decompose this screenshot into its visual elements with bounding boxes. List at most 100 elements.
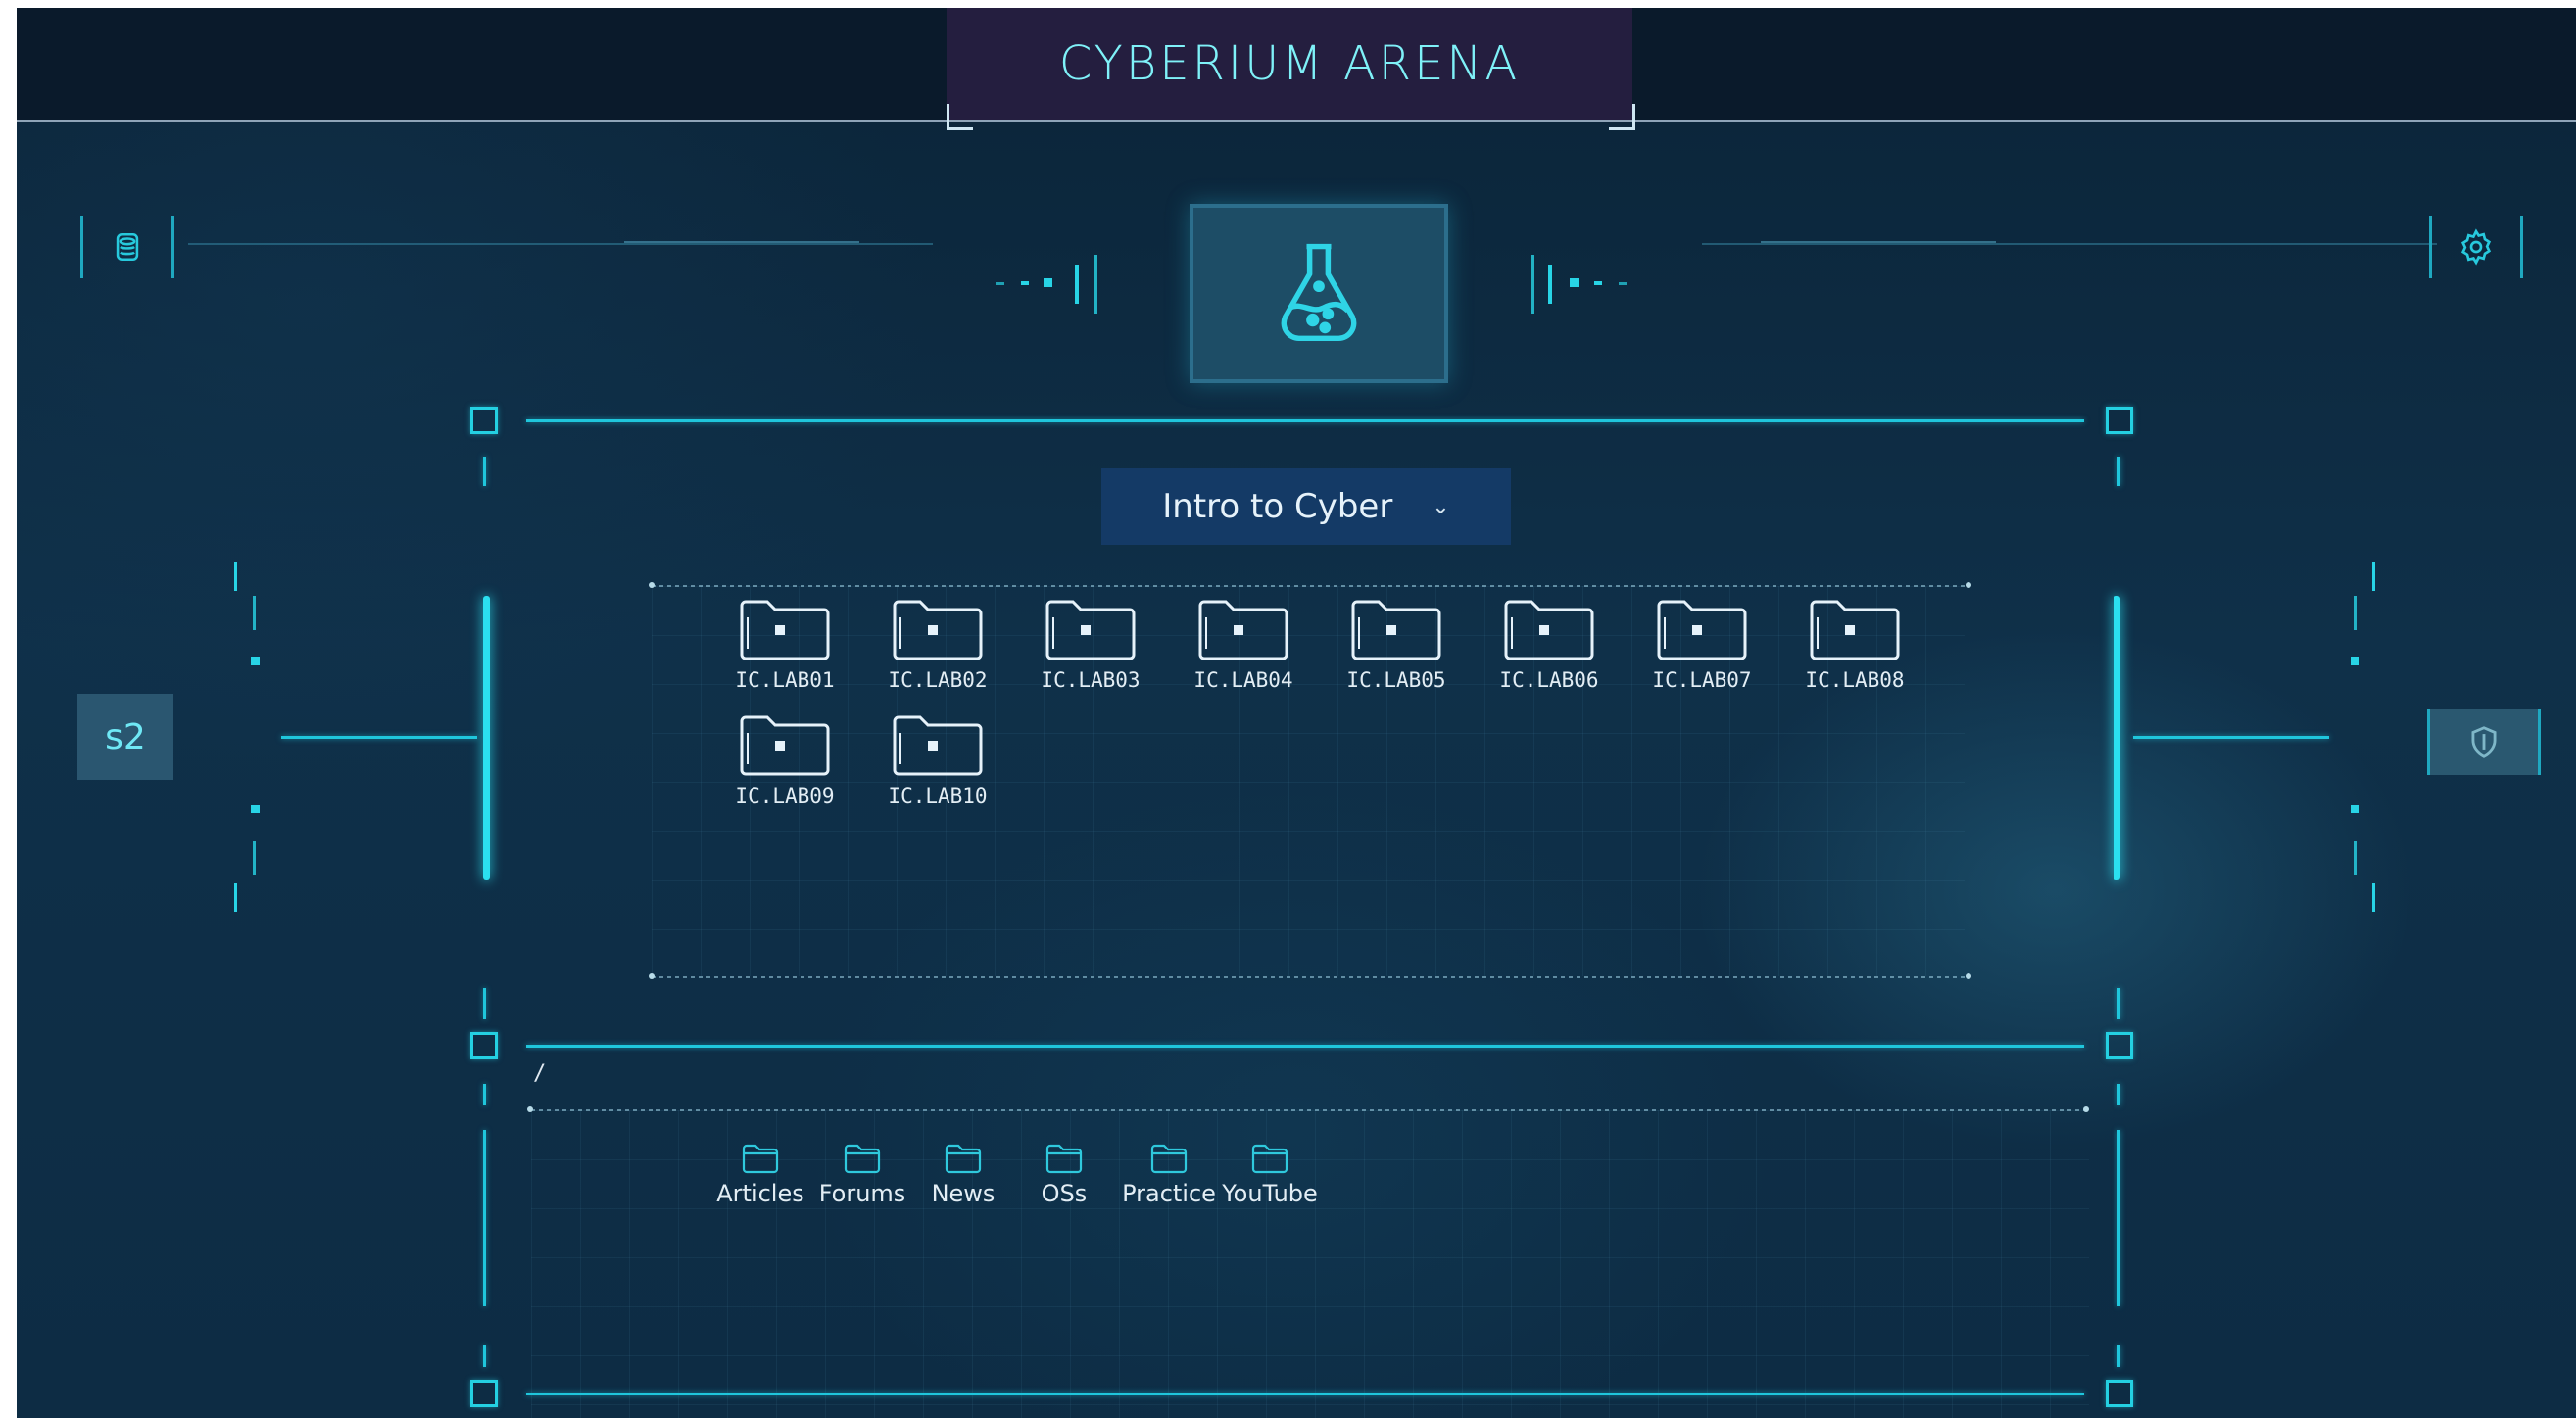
resource-folder[interactable]: News xyxy=(909,1143,1017,1221)
header-line-right xyxy=(1702,243,2437,245)
frame-bottom-line xyxy=(526,1393,2084,1395)
settings-button[interactable] xyxy=(2429,216,2523,278)
resource-folder[interactable]: OSs xyxy=(1010,1143,1118,1221)
right-connector-line xyxy=(2133,736,2329,739)
circuit-dot xyxy=(1531,255,1534,314)
resource-folder[interactable]: Forums xyxy=(808,1143,916,1221)
resources-panel-top-border xyxy=(531,1109,2089,1111)
lab-folder[interactable]: IC.LAB03 xyxy=(1032,598,1149,706)
folder-icon xyxy=(891,598,985,666)
course-dropdown[interactable]: Intro to Cyber ⌄ xyxy=(1101,468,1511,545)
frame-corner xyxy=(2106,407,2133,434)
frame-tick xyxy=(2117,988,2120,1019)
side-dot xyxy=(251,805,260,813)
panel-corner-dot xyxy=(2083,1106,2089,1112)
frame-corner xyxy=(470,1380,498,1407)
header-accent-left xyxy=(624,241,859,243)
frame-corner xyxy=(470,1032,498,1059)
side-tick xyxy=(253,596,256,630)
panel-corner-dot xyxy=(1966,582,1971,588)
lab-folder[interactable]: IC.LAB01 xyxy=(726,598,844,706)
folder-icon xyxy=(1655,598,1749,666)
title-bracket-left xyxy=(947,104,973,130)
header-accent-right xyxy=(1761,241,1996,243)
folder-icon xyxy=(738,713,832,782)
app-title: CYBERIUM ARENA xyxy=(1058,36,1521,91)
folder-icon xyxy=(1045,1143,1084,1178)
resource-folder[interactable]: YouTube xyxy=(1216,1143,1324,1221)
circuit-dot xyxy=(996,282,1004,285)
frame-tick xyxy=(2117,1084,2120,1105)
lab-folder[interactable]: IC.LAB02 xyxy=(879,598,996,706)
lab-folder-label: IC.LAB06 xyxy=(1499,668,1599,692)
folder-icon xyxy=(1196,598,1290,666)
resource-folder-label: YouTube xyxy=(1222,1180,1318,1207)
database-icon xyxy=(116,232,139,262)
app-screen: CYBERIUM ARENA Intro to Cyber ⌄ s2 IC.LA… xyxy=(17,8,2576,1418)
circuit-dot xyxy=(1570,278,1579,287)
gear-icon xyxy=(2460,228,2492,266)
frame-corner xyxy=(2106,1380,2133,1407)
side-tick xyxy=(2354,841,2357,875)
folder-icon xyxy=(741,1143,780,1178)
glow-bar-left xyxy=(483,596,490,880)
resource-folder-label: News xyxy=(931,1180,996,1207)
frame-top-line xyxy=(526,419,2084,422)
side-tick xyxy=(253,841,256,875)
lab-folder-label: IC.LAB02 xyxy=(888,668,988,692)
frame-middle-line xyxy=(526,1045,2084,1048)
folder-icon xyxy=(738,598,832,666)
folder-icon xyxy=(1502,598,1596,666)
labs-panel-grid xyxy=(652,586,1965,976)
database-button[interactable] xyxy=(80,216,174,278)
frame-tick xyxy=(2117,457,2120,486)
circuit-dot xyxy=(1075,265,1079,304)
lab-folder[interactable]: IC.LAB08 xyxy=(1796,598,1914,706)
frame-corner xyxy=(2106,1032,2133,1059)
side-dot xyxy=(2351,805,2359,813)
chevron-down-icon: ⌄ xyxy=(1432,494,1450,519)
folder-icon xyxy=(1149,1143,1189,1178)
circuit-dot xyxy=(1021,281,1029,285)
session-badge-label: s2 xyxy=(105,716,146,758)
header-line-left xyxy=(188,243,933,245)
lab-folder-label: IC.LAB10 xyxy=(888,784,988,807)
lab-folder-label: IC.LAB04 xyxy=(1193,668,1293,692)
circuit-dot xyxy=(1594,281,1602,285)
lab-folder-label: IC.LAB01 xyxy=(735,668,835,692)
labs-panel-bottom-border xyxy=(652,976,1967,978)
security-button[interactable] xyxy=(2427,709,2541,775)
lab-folder[interactable]: IC.LAB09 xyxy=(726,713,844,821)
circuit-dot xyxy=(1044,278,1052,287)
lab-folder[interactable]: IC.LAB10 xyxy=(879,713,996,821)
lab-folder-label: IC.LAB08 xyxy=(1805,668,1905,692)
frame-tick xyxy=(483,1345,486,1367)
lab-folder[interactable]: IC.LAB04 xyxy=(1185,598,1302,706)
frame-tick xyxy=(483,1084,486,1105)
folder-icon xyxy=(1044,598,1138,666)
lab-folder[interactable]: IC.LAB06 xyxy=(1490,598,1608,706)
panel-corner-dot xyxy=(527,1106,533,1112)
labs-panel-top-border xyxy=(652,585,1967,587)
resources-path: / xyxy=(533,1061,547,1086)
resource-folder-label: Articles xyxy=(716,1180,804,1207)
folder-icon xyxy=(1250,1143,1289,1178)
session-badge[interactable]: s2 xyxy=(77,694,173,780)
resource-folder[interactable]: Practice xyxy=(1115,1143,1223,1221)
side-tick xyxy=(234,562,237,591)
course-icon-box xyxy=(1190,204,1448,383)
resources-side-right xyxy=(2117,1130,2120,1306)
glow-bar-right xyxy=(2114,596,2120,880)
lab-folder-label: IC.LAB07 xyxy=(1652,668,1752,692)
frame-corner xyxy=(470,407,498,434)
side-tick xyxy=(2372,883,2375,912)
side-dot xyxy=(251,657,260,665)
shield-icon xyxy=(2471,726,2497,758)
resource-folder[interactable]: Articles xyxy=(706,1143,814,1221)
folder-icon xyxy=(843,1143,882,1178)
title-banner: CYBERIUM ARENA xyxy=(947,8,1632,120)
lab-folder[interactable]: IC.LAB07 xyxy=(1643,598,1761,706)
top-bar: CYBERIUM ARENA xyxy=(17,8,2576,130)
circuit-dot xyxy=(1619,282,1627,285)
lab-folder[interactable]: IC.LAB05 xyxy=(1337,598,1455,706)
